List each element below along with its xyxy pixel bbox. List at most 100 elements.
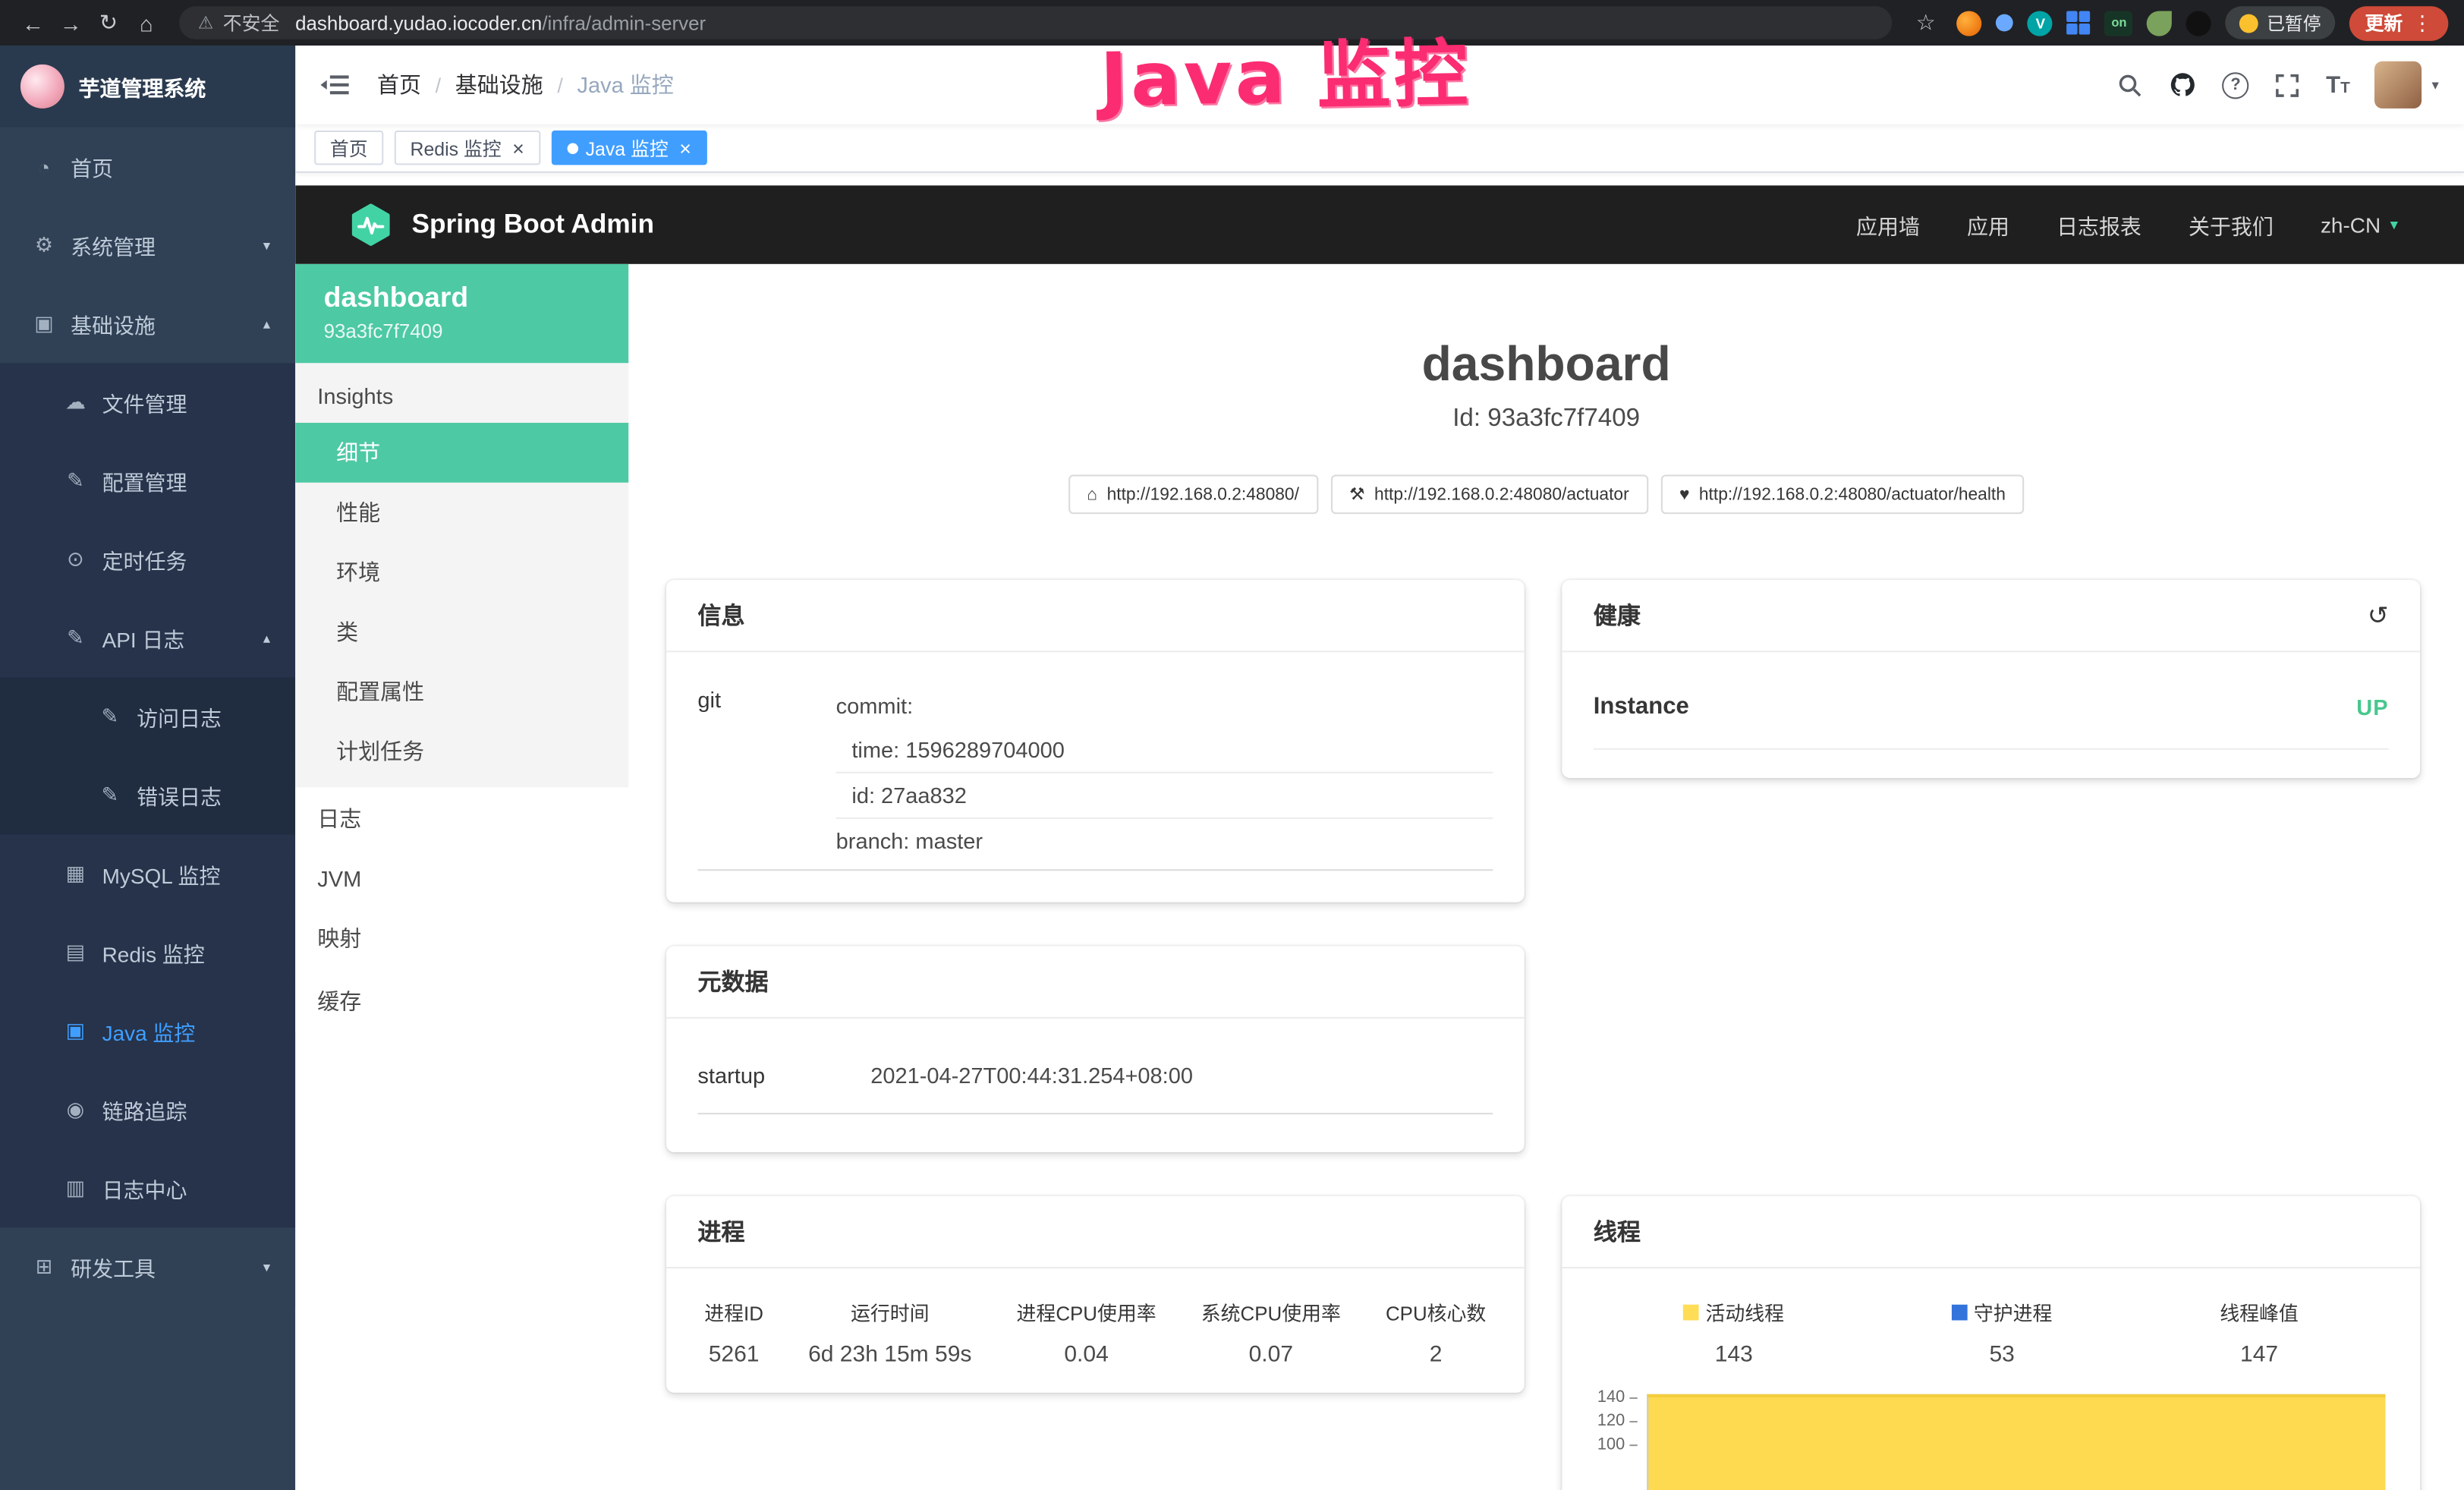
security-warning-icon[interactable]: ⚠ xyxy=(198,13,213,33)
tab-home[interactable]: 首页 xyxy=(314,131,383,165)
sidebar-item-config[interactable]: ✎ 配置管理 xyxy=(0,442,295,521)
sidebar-item-error-log[interactable]: ✎ 错误日志 xyxy=(0,756,295,835)
sidebar-item-performance[interactable]: 性能 xyxy=(295,483,628,543)
extension-leaf-icon[interactable] xyxy=(2148,10,2173,35)
locale-dropdown[interactable]: zh-CN ▾ xyxy=(2321,213,2398,237)
sidebar-item-jvm[interactable]: JVM xyxy=(295,850,628,907)
dashboard-gauge-icon: ◔ xyxy=(31,155,56,178)
page-url[interactable]: dashboard.yudao.iocoder.cn/infra/admin-s… xyxy=(295,12,706,34)
reload-icon[interactable]: ↻ xyxy=(91,9,126,36)
chrome-update-button[interactable]: 更新 ⋮ xyxy=(2349,5,2448,40)
github-icon[interactable] xyxy=(2169,71,2197,99)
edit-icon: ✎ xyxy=(97,783,122,808)
sidebar-item-cache[interactable]: 缓存 xyxy=(295,970,628,1033)
sidebar-item-system[interactable]: ⚙ 系统管理 ▾ xyxy=(0,206,295,285)
sidebar-item-details[interactable]: 细节 xyxy=(295,423,628,483)
sidebar-item-file[interactable]: ☁ 文件管理 xyxy=(0,363,295,442)
brand-title[interactable]: Spring Boot Admin xyxy=(412,209,654,240)
nav-item-journal[interactable]: 日志报表 xyxy=(2056,209,2141,240)
card-title: 信息 xyxy=(697,599,744,632)
metadata-card: 元数据 startup 2021-04-27T00:44:31.254+08:0… xyxy=(666,947,1525,1152)
sidebar-item-redis[interactable]: ▤ Redis 监控 xyxy=(0,913,295,992)
health-row[interactable]: Instance UP xyxy=(1594,693,2389,750)
chevron-up-icon: ▴ xyxy=(263,629,270,647)
document-icon: ▥ xyxy=(63,1176,88,1201)
legend-swatch-yellow xyxy=(1683,1304,1699,1320)
breadcrumb-home[interactable]: 首页 xyxy=(377,69,421,100)
sidebar-item-api-log[interactable]: ✎ API 日志 ▴ xyxy=(0,599,295,678)
instance-sidebar: dashboard 93a3fc7f7409 Insights 细节 性能 环境… xyxy=(295,264,628,1490)
font-size-icon[interactable]: TT xyxy=(2326,73,2350,96)
breadcrumb: 首页 / 基础设施 / Java 监控 xyxy=(377,69,674,100)
sidebar-item-label: API 日志 xyxy=(102,622,185,654)
actuator-url-button[interactable]: ⚒ http://192.168.0.2:48080/actuator xyxy=(1330,474,1647,514)
annotation-java-monitor: Java 监控 xyxy=(1099,12,1471,127)
breadcrumb-infra[interactable]: 基础设施 xyxy=(455,69,543,100)
extension-paw-icon[interactable] xyxy=(2186,10,2211,35)
url-path: /infra/admin-server xyxy=(542,12,706,34)
close-icon[interactable]: × xyxy=(512,136,524,159)
sidebar-item-mappings[interactable]: 映射 xyxy=(295,907,628,970)
nav-item-applications[interactable]: 应用 xyxy=(1967,209,2009,240)
info-value: commit: time: 1596289704000 id: 27aa832 … xyxy=(836,684,1493,863)
sidebar-item-classes[interactable]: 类 xyxy=(295,602,628,662)
extension-on-badge[interactable]: on xyxy=(2105,10,2133,35)
metadata-row: startup 2021-04-27T00:44:31.254+08:00 xyxy=(697,1063,1493,1114)
sidebar-item-java[interactable]: ▣ Java 监控 xyxy=(0,992,295,1071)
search-icon[interactable] xyxy=(2117,71,2144,98)
close-icon[interactable]: × xyxy=(679,136,691,159)
security-label[interactable]: 不安全 xyxy=(223,9,280,36)
sidebar-item-trace[interactable]: ◉ 链路追踪 xyxy=(0,1070,295,1149)
forward-icon[interactable]: → xyxy=(53,10,88,35)
chevron-up-icon: ▴ xyxy=(263,315,270,332)
sidebar-item-label: 访问日志 xyxy=(137,701,222,732)
paused-label: 已暂停 xyxy=(2267,10,2321,35)
sidebar-item-environment[interactable]: 环境 xyxy=(295,542,628,602)
history-icon[interactable]: ↺ xyxy=(2368,600,2389,631)
sidebar-item-log-center[interactable]: ▥ 日志中心 xyxy=(0,1149,295,1228)
monitor-icon: ▣ xyxy=(31,311,56,336)
back-icon[interactable]: ← xyxy=(16,10,51,35)
address-bar[interactable]: ⚠ 不安全 dashboard.yudao.iocoder.cn/infra/a… xyxy=(179,6,1893,39)
fullscreen-icon[interactable] xyxy=(2274,71,2301,98)
app-logo xyxy=(20,65,65,109)
user-avatar[interactable] xyxy=(2375,61,2422,109)
heartbeat-icon: ♥ xyxy=(1679,485,1690,504)
instance-header[interactable]: dashboard 93a3fc7f7409 xyxy=(295,264,628,363)
sidebar-collapse-button[interactable] xyxy=(320,72,348,97)
sidebar-item-config-props[interactable]: 配置属性 xyxy=(295,662,628,722)
tab-java[interactable]: Java 监控 × xyxy=(551,131,707,165)
git-commit-time: time: 1596289704000 xyxy=(836,728,1493,773)
sidebar-item-logs[interactable]: 日志 xyxy=(295,787,628,850)
extension-v-icon[interactable]: V xyxy=(2028,10,2053,35)
extension-drop-icon[interactable] xyxy=(1997,14,2014,32)
browser-home-icon[interactable]: ⌂ xyxy=(129,10,164,35)
sidebar-item-scheduled-tasks[interactable]: 计划任务 xyxy=(295,721,628,781)
sidebar-item-home[interactable]: ◔ 首页 xyxy=(0,128,295,206)
browser-menu-icon[interactable]: ⋮ xyxy=(2412,10,2433,35)
app-logo-row[interactable]: 芋道管理系统 xyxy=(0,46,295,128)
active-dot xyxy=(567,142,577,153)
sidebar-item-job[interactable]: ⊙ 定时任务 xyxy=(0,520,295,599)
chevron-down-icon: ▾ xyxy=(2390,216,2398,234)
health-card: 健康 ↺ Instance UP xyxy=(1562,580,2420,778)
help-icon[interactable]: ? xyxy=(2222,71,2248,98)
tab-redis[interactable]: Redis 监控 × xyxy=(395,131,540,165)
sidebar-item-label: 日志中心 xyxy=(102,1173,187,1204)
detail-cards-grid: 信息 git commit: time: 1596289704000 id: 2… xyxy=(666,580,2420,1490)
bookmark-star-icon[interactable]: ☆ xyxy=(1909,9,1943,36)
extension-grid-icon[interactable] xyxy=(2067,11,2091,34)
health-url: http://192.168.0.2:48080/actuator/health xyxy=(1699,485,2006,504)
nav-item-about[interactable]: 关于我们 xyxy=(2189,209,2274,240)
breadcrumb-current: Java 监控 xyxy=(577,69,674,100)
profile-paused-chip[interactable]: 已暂停 xyxy=(2226,6,2335,39)
service-url-button[interactable]: ⌂ http://192.168.0.2:48080/ xyxy=(1068,474,1318,514)
sidebar-item-tools[interactable]: ⊞ 研发工具 ▾ xyxy=(0,1227,295,1306)
spring-boot-admin-logo[interactable] xyxy=(349,203,393,247)
extension-fox-icon[interactable] xyxy=(1957,10,1982,35)
nav-item-wall[interactable]: 应用墙 xyxy=(1856,209,1920,240)
health-url-button[interactable]: ♥ http://192.168.0.2:48080/actuator/heal… xyxy=(1660,474,2025,514)
sidebar-item-infra[interactable]: ▣ 基础设施 ▴ xyxy=(0,285,295,364)
sidebar-item-mysql[interactable]: ▦ MySQL 监控 xyxy=(0,835,295,914)
sidebar-item-access-log[interactable]: ✎ 访问日志 xyxy=(0,678,295,757)
